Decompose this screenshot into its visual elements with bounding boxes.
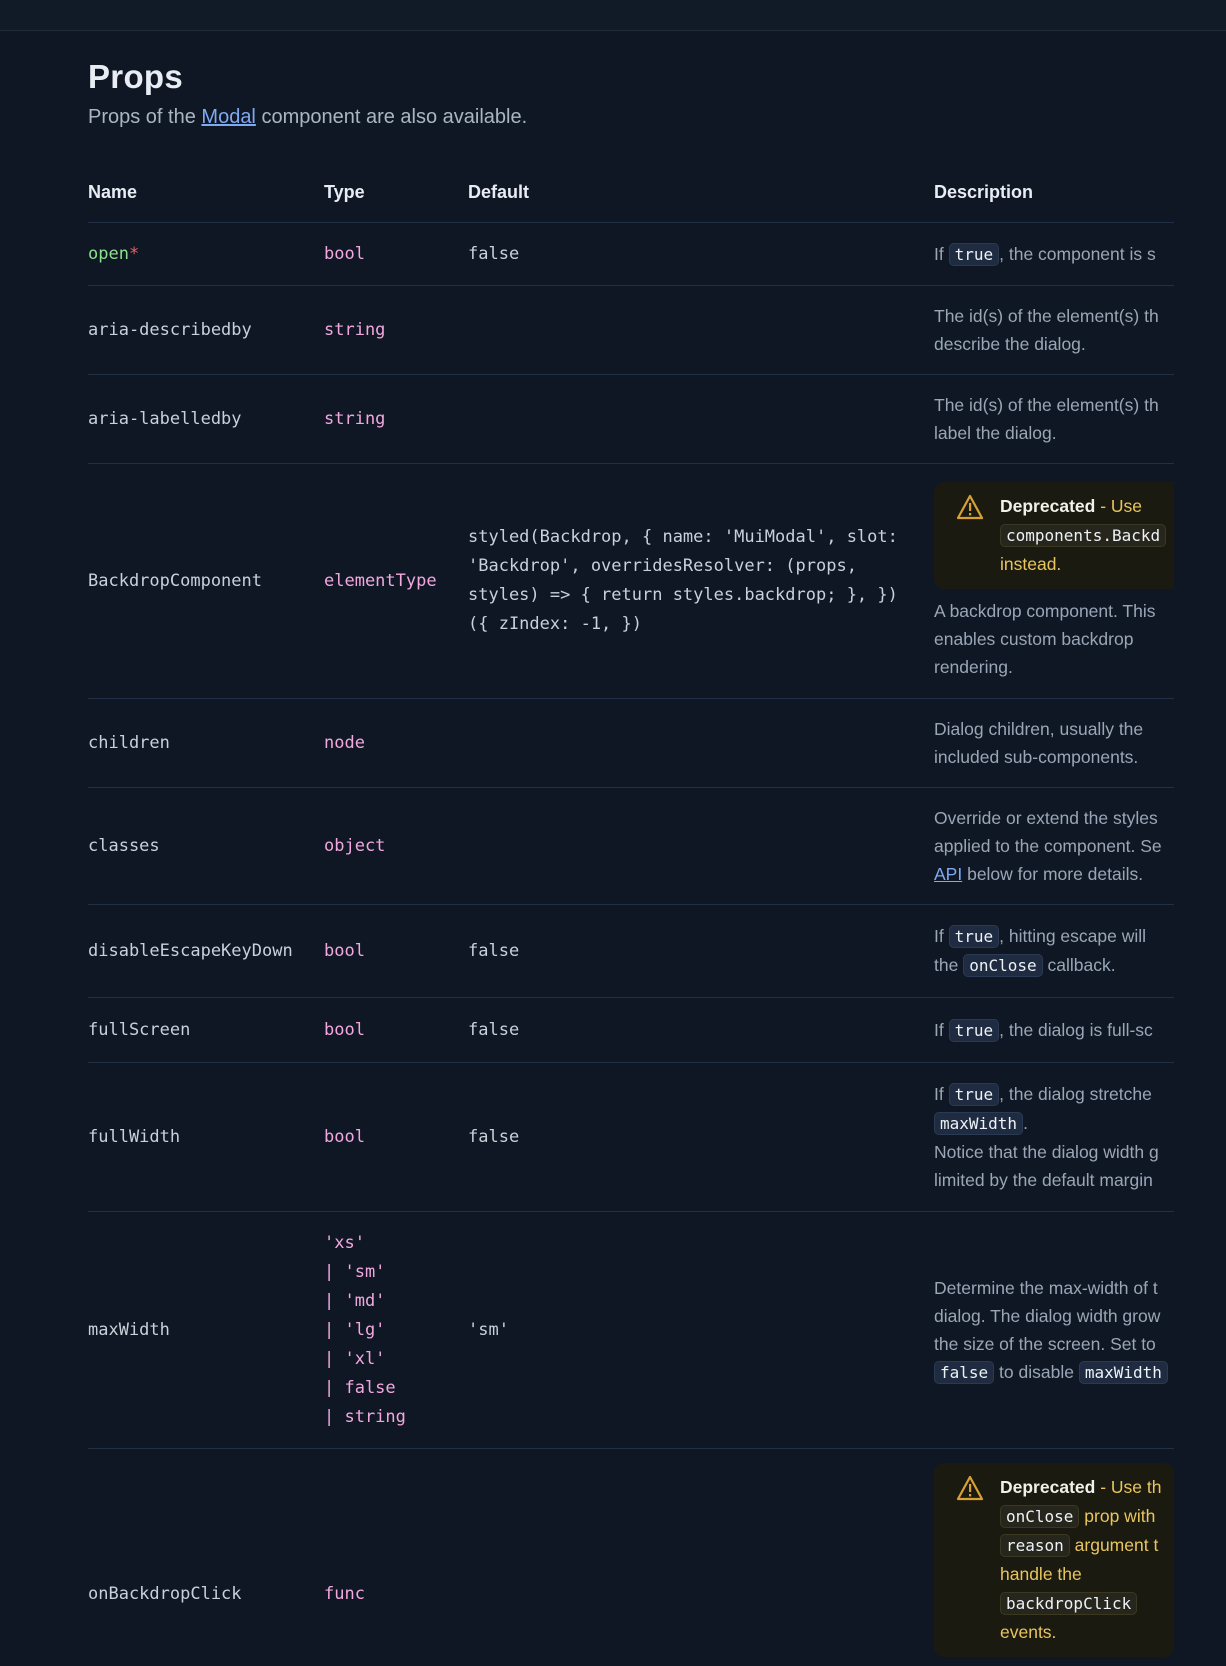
prop-description: Deprecated - Use components.Backd instea… [934,481,1174,681]
prop-type: bool [324,243,365,264]
prop-name: fullScreen [88,1020,191,1040]
prop-name: open [88,244,129,264]
page-subtitle: Props of the Modal component are also av… [88,106,527,129]
column-header-name: Name [88,182,138,202]
table-row: aria-describedby string The id(s) of the… [88,286,1174,375]
top-app-bar [0,0,1226,31]
subtitle-text-pre: Props of the [88,106,202,128]
prop-default: 'sm' [468,1320,509,1340]
subtitle-text-post: component are also available. [255,106,528,128]
prop-name: disableEscapeKeyDown [88,941,293,961]
api-link[interactable]: API [934,864,962,884]
prop-default: false [468,1020,520,1040]
inline-code: onClose [1000,1505,1080,1528]
prop-type: string [324,408,386,429]
table-header: Name Type Default Description [88,170,1174,223]
prop-name: BackdropComponent [88,571,262,591]
prop-description: The id(s) of the element(s) th describe t… [934,306,1159,354]
prop-description: Dialog children, usually the included sub… [934,719,1144,767]
prop-name: onBackdropClick [88,1584,242,1604]
prop-name: children [88,733,170,753]
inline-code: backdropClick [1000,1592,1138,1615]
inline-code: false [934,1360,995,1384]
table-row: BackdropComponent elementType styled(Bac… [88,464,1174,699]
prop-type: node [324,732,365,753]
props-table: Name Type Default Description open * bool… [88,170,1174,1666]
table-row: maxWidth 'xs' | 'sm' | 'md' | 'lg' | 'xl… [88,1212,1174,1449]
inline-code: maxWidth [1078,1360,1168,1384]
prop-name: aria-describedby [88,320,252,340]
table-row: classes object Override or extend the st… [88,788,1174,905]
inline-code: components.Backd [1000,523,1167,547]
column-header-description: Description [934,182,1034,202]
prop-default: false [468,941,520,961]
table-row: aria-labelledby string The id(s) of the … [88,375,1174,464]
prop-type: bool [324,1126,365,1147]
prop-default: false [468,1127,520,1147]
warning-icon [956,494,984,519]
prop-default: false [468,244,520,264]
prop-description: If true, the component is s [934,242,1156,266]
table-row: fullScreen bool false If true, the dialo… [88,998,1174,1063]
table-row: disableEscapeKeyDown bool false If true,… [88,905,1174,998]
prop-type: bool [324,1019,365,1040]
prop-name: aria-labelledby [88,409,242,429]
inline-code: true [948,1083,1000,1106]
inline-code: true [948,242,1000,266]
inline-code: maxWidth [934,1112,1024,1135]
prop-name-cell: open * [88,223,320,285]
deprecation-alert: Deprecated - Use th onClose prop with re… [934,1463,1174,1657]
prop-description: If true, hitting escape will the onClose… [934,925,1147,977]
inline-code: onClose [963,954,1043,977]
table-row: open * bool false If true, the component … [88,223,1174,286]
prop-description: The id(s) of the element(s) th label the … [934,395,1159,443]
table-row: children node Dialog children, usually t… [88,699,1174,788]
required-marker: * [128,244,140,264]
prop-type: object [324,835,386,856]
prop-type: bool [324,940,365,961]
prop-description: Override or extend the styles applied to… [934,808,1162,884]
modal-link[interactable]: Modal [201,106,255,128]
deprecation-alert: Deprecated - Use components.Backd instea… [934,481,1174,589]
warning-icon [956,1475,984,1501]
column-header-type: Type [324,182,365,202]
prop-description: If true, the dialog is full-sc [934,1018,1153,1042]
prop-type: elementType [324,570,437,591]
inline-code: reason [1000,1534,1070,1557]
props-section: Props Props of the Modal component are a… [88,30,1174,1666]
prop-name: fullWidth [88,1127,181,1147]
prop-default: styled(Backdrop, { name: 'MuiModal', slo… [468,527,898,634]
inline-code: true [948,1018,1000,1042]
table-row: onBackdropClick func Deprecated - Use th… [88,1449,1174,1666]
prop-description: Determine the max-width of t dialog. The… [934,1274,1168,1387]
page-title: Props [88,58,184,95]
prop-name: classes [88,836,160,856]
prop-type: string [324,319,386,340]
column-header-default: Default [468,182,530,202]
prop-type: func [324,1583,365,1604]
inline-code: true [948,925,1000,948]
prop-name: maxWidth [88,1320,170,1340]
prop-description: If true, the dialog stretche maxWidth. N… [934,1083,1159,1190]
prop-type: 'xs' | 'sm' | 'md' | 'lg' | 'xl' | false… [324,1232,406,1427]
table-row: fullWidth bool false If true, the dialog… [88,1063,1174,1212]
